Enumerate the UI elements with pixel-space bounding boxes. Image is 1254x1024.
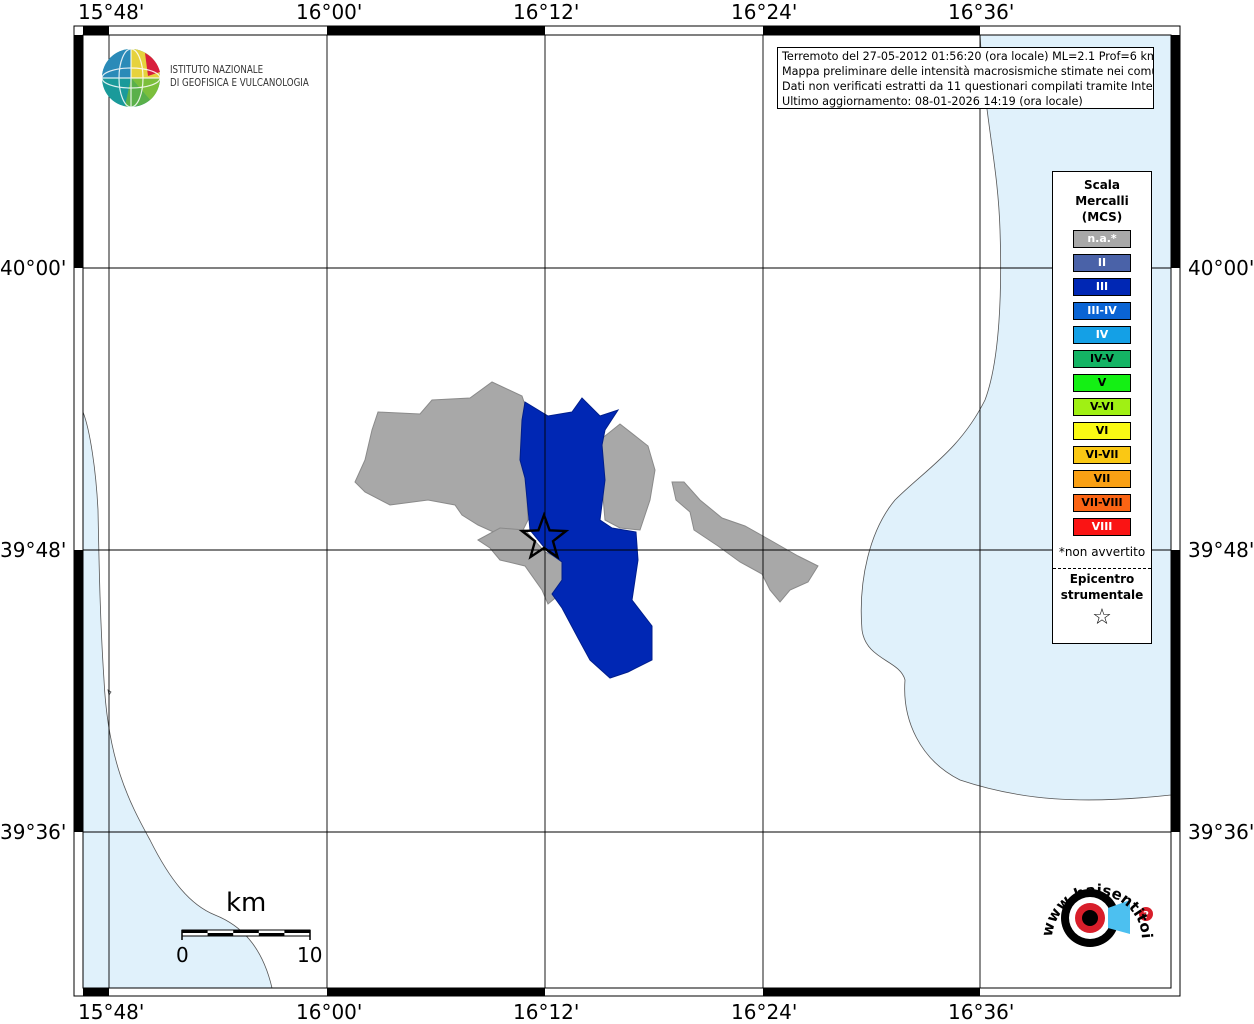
lon-tick-bottom-5: 16°36': [948, 1000, 1015, 1024]
ingv-logo-icon: [101, 48, 161, 108]
scale-unit: km: [226, 888, 267, 918]
scale-start: 0: [176, 943, 189, 967]
logo-line-1: ISTITUTO NAZIONALE: [170, 64, 264, 76]
lat-tick-left-2: 39°48': [0, 538, 67, 562]
legend-item: III: [1073, 278, 1131, 296]
legend-title-line-3: (MCS): [1081, 210, 1123, 224]
info-line-3: Dati non verificati estratti da 11 quest…: [782, 80, 1154, 93]
ingv-logo-text: ISTITUTO NAZIONALE DI GEOFISICA E VULCAN…: [170, 64, 309, 90]
lon-tick-top-5: 16°36': [948, 0, 1015, 24]
lon-tick-top-2: 16°00': [296, 0, 363, 24]
legend-star-icon: ☆: [1092, 605, 1112, 630]
legend-item: IV-V: [1073, 350, 1131, 368]
lat-tick-right-3: 39°36': [1188, 820, 1254, 844]
legend-item: IV: [1073, 326, 1131, 344]
legend-item: VII: [1073, 470, 1131, 488]
lat-tick-right-1: 40°00': [1188, 256, 1254, 280]
legend-item: II: [1073, 254, 1131, 272]
legend-item: n.a.*: [1073, 230, 1131, 248]
lon-tick-top-1: 15°48': [78, 0, 145, 24]
mercalli-legend: Scala Mercalli (MCS) n.a.* II III III-IV IV I…: [1052, 171, 1152, 644]
lon-tick-top-3: 16°12': [513, 0, 580, 24]
legend-epicenter-line-1: Epicentro: [1069, 572, 1135, 586]
legend-item: VI-VII: [1073, 446, 1131, 464]
lat-tick-right-2: 39°48': [1188, 538, 1254, 562]
legend-epicenter-line-2: strumentale: [1060, 588, 1144, 602]
lat-tick-left-3: 39°36': [0, 820, 67, 844]
info-line-1: Terremoto del 27-05-2012 01:56:20 (ora l…: [782, 50, 1154, 63]
lon-tick-bottom-3: 16°12': [513, 1000, 580, 1024]
lon-tick-bottom-4: 16°24': [731, 1000, 798, 1024]
lon-tick-bottom-1: 15°48': [78, 1000, 145, 1024]
legend-item: V-VI: [1073, 398, 1131, 416]
legend-title-line-2: Mercalli: [1075, 194, 1129, 208]
legend-item: III-IV: [1073, 302, 1131, 320]
lon-tick-top-4: 16°24': [731, 0, 798, 24]
scale-end: 10: [297, 943, 323, 967]
earthquake-info-box: Terremoto del 27-05-2012 01:56:20 (ora l…: [777, 47, 1154, 109]
info-line-2: Mappa preliminare delle intensità macros…: [782, 65, 1154, 78]
legend-title-line-1: Scala: [1083, 178, 1121, 192]
legend-item: VIII: [1073, 518, 1131, 536]
info-line-4: Ultimo aggiornamento: 08-01-2026 14:19 (…: [782, 95, 1083, 108]
logo-line-2: DI GEOFISICA E VULCANOLOGIA: [170, 77, 309, 89]
legend-title: Scala Mercalli (MCS): [1053, 177, 1151, 225]
legend-item: VI: [1073, 422, 1131, 440]
lon-tick-bottom-2: 16°00': [296, 1000, 363, 1024]
lat-tick-left-1: 40°00': [0, 256, 67, 280]
legend-epicenter-label: Epicentro strumentale: [1053, 571, 1151, 603]
legend-item: V: [1073, 374, 1131, 392]
legend-separator: [1053, 568, 1151, 569]
legend-note: *non avvertito: [1058, 545, 1146, 559]
legend-item: VII-VIII: [1073, 494, 1131, 512]
